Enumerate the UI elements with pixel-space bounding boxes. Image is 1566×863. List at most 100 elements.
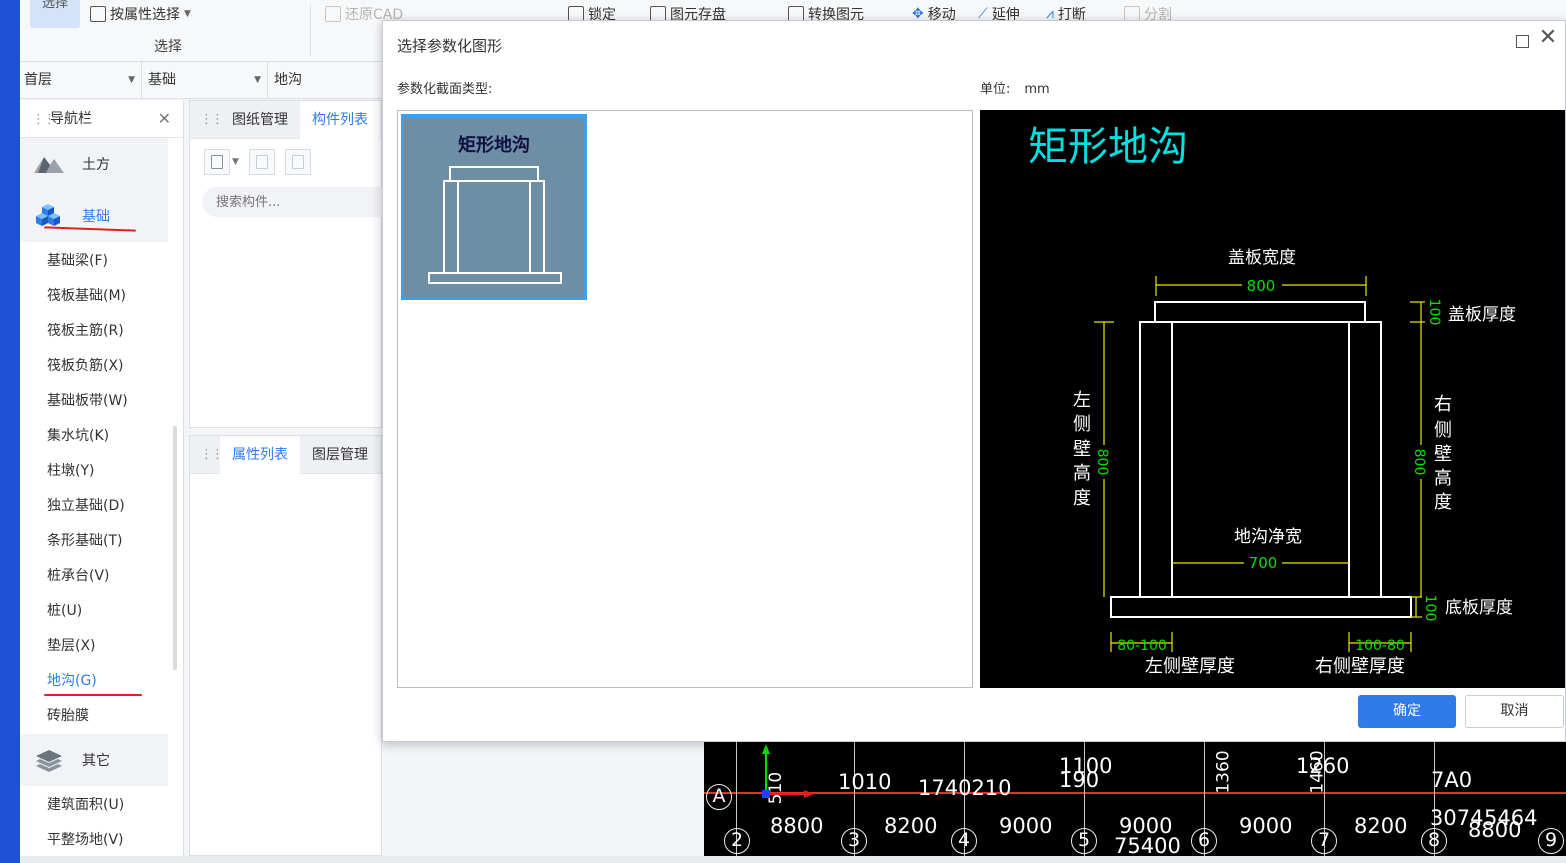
nav-item-strip-foundation[interactable]: 条形基础(T)	[20, 524, 183, 559]
svg-text:壁: 壁	[1073, 439, 1091, 460]
attr-select-icon	[90, 6, 106, 22]
cad-axis-bubble: 9	[1538, 828, 1564, 854]
svg-text:壁: 壁	[1434, 444, 1452, 465]
cad-dim-text: 75400	[1114, 834, 1181, 856]
cad-axis-bubble: 3	[841, 828, 867, 854]
net-width-value: 700	[1249, 554, 1278, 572]
floor-selector-bar: 首层 ▼ 基础 ▼ 地沟	[20, 62, 382, 99]
nav-item-foundation-beam[interactable]: 基础梁(F)	[20, 244, 183, 279]
bottom-thick-value: 100	[1422, 595, 1438, 622]
section-type-list: 矩形地沟	[397, 110, 973, 688]
net-width-label: 地沟净宽	[1234, 527, 1302, 547]
restore-cad-icon	[325, 6, 341, 22]
ok-button[interactable]: 确定	[1358, 695, 1456, 728]
right-thick-values: 100-80	[1355, 638, 1405, 654]
red-underline-annotation	[44, 694, 142, 696]
maximize-icon[interactable]	[1516, 35, 1529, 48]
svg-text:侧: 侧	[1073, 414, 1091, 435]
property-tab-row: ⋮⋮ 属性列表 图层管理	[190, 435, 381, 474]
unit-value: mm	[1024, 82, 1050, 97]
left-height-value: 800	[1094, 449, 1110, 476]
chevron-down-icon: ▼	[254, 75, 261, 85]
cad-dim-text: 9000	[999, 814, 1053, 838]
section-type-rect-trench[interactable]: 矩形地沟	[401, 114, 587, 300]
foundation-icon	[36, 204, 60, 226]
tab-layer-management[interactable]: 图层管理	[300, 436, 380, 474]
element-select[interactable]: 地沟	[270, 62, 382, 99]
nav-item-pile-cap[interactable]: 桩承台(V)	[20, 559, 183, 594]
rect-trench-diagram: 矩形地沟 盖板宽度 800 100 盖板厚度 800 左 侧 壁 高 度 800…	[1028, 124, 1516, 677]
red-underline-annotation	[43, 226, 137, 232]
nav-item-sump-pit[interactable]: 集水坑(K)	[20, 419, 183, 454]
preview-title: 矩形地沟	[1028, 124, 1188, 170]
nav-item-foundation-strip[interactable]: 基础板带(W)	[20, 384, 183, 419]
chevron-down-icon[interactable]: ▼	[232, 157, 239, 167]
cover-thick-value: 100	[1426, 299, 1442, 326]
nav-item-building-area[interactable]: 建筑面积(U)	[20, 788, 183, 823]
close-icon[interactable]: ✕	[1537, 27, 1559, 49]
svg-text:度: 度	[1434, 492, 1452, 513]
cad-axis-line	[704, 792, 1566, 794]
cad-ucs-icon	[762, 744, 814, 798]
grip-icon[interactable]: ⋮⋮	[32, 101, 56, 139]
attr-select-button[interactable]: 按属性选择 ▼	[90, 4, 191, 24]
select-button[interactable]: 选择	[30, 0, 80, 28]
nav-item-isolated-foundation[interactable]: 独立基础(D)	[20, 489, 183, 524]
nav-category-earth[interactable]: 土方	[20, 138, 168, 190]
cad-dim-text: 8800	[1468, 818, 1522, 842]
nav-category-foundation[interactable]: 基础	[20, 190, 168, 242]
cad-axis-bubble: A	[706, 784, 732, 810]
left-window-strip	[0, 0, 20, 863]
nav-item-site-leveling[interactable]: 平整场地(V)	[20, 823, 183, 858]
tab-drawing-management[interactable]: 图纸管理	[220, 101, 300, 139]
svg-text:右: 右	[1434, 394, 1452, 415]
svg-text:左: 左	[1073, 390, 1091, 411]
category-select[interactable]: 基础 ▼	[144, 62, 268, 99]
right-height-value: 800	[1411, 449, 1427, 476]
new-component-button[interactable]	[204, 149, 230, 175]
nav-item-pile[interactable]: 桩(U)	[20, 594, 183, 629]
nav-item-raft-negative-rebar[interactable]: 筏板负筋(X)	[20, 349, 183, 384]
floor-select[interactable]: 首层 ▼	[20, 62, 142, 99]
cover-thick-label: 盖板厚度	[1448, 305, 1516, 325]
select-parametric-shape-dialog: 选择参数化图形 ✕ 参数化截面类型: 单位:mm 矩形地沟 矩形地沟 盖板宽度	[382, 20, 1566, 742]
component-panel: ⋮⋮ 图纸管理 构件列表 ▼	[189, 100, 402, 428]
unit-label: 单位: mm	[980, 82, 1050, 97]
svg-text:度: 度	[1073, 488, 1091, 509]
left-thick-values: 80-100	[1117, 638, 1167, 654]
nav-item-raft-foundation[interactable]: 筏板基础(M)	[20, 279, 183, 314]
svg-text:高: 高	[1073, 463, 1091, 484]
nav-item-brick-mold[interactable]: 砖胎膜	[20, 699, 183, 734]
chevron-down-icon: ▼	[128, 75, 135, 85]
component-search-input[interactable]	[202, 187, 402, 217]
earthwork-icon	[34, 157, 64, 173]
cancel-button[interactable]: 取消	[1465, 695, 1564, 728]
grip-icon[interactable]: ⋮⋮	[200, 112, 224, 127]
cover-plate	[1154, 301, 1366, 323]
right-height-label: 右 侧 壁 高 度	[1434, 394, 1452, 513]
left-height-label: 左 侧 壁 高 度	[1073, 390, 1091, 509]
nav-category-other[interactable]: 其它	[20, 734, 168, 786]
cad-axis-bubble: 5	[1071, 828, 1097, 854]
ribbon-divider	[310, 4, 311, 56]
cad-drawing-canvas[interactable]: 1100 190 1010 1740210 1360 1460 1260 7A0…	[704, 742, 1566, 856]
nav-item-column-pier[interactable]: 柱墩(Y)	[20, 454, 183, 489]
nav-item-raft-main-rebar[interactable]: 筏板主筋(R)	[20, 314, 183, 349]
cad-dim-text: 1360	[1213, 750, 1234, 794]
nav-item-trench[interactable]: 地沟(G)	[20, 664, 183, 699]
nav-scrollbar[interactable]	[173, 426, 177, 670]
close-icon[interactable]: ✕	[158, 100, 171, 138]
grip-icon[interactable]: ⋮⋮	[200, 447, 224, 462]
dialog-title: 选择参数化图形	[397, 37, 503, 55]
tab-property-list[interactable]: 属性列表	[220, 435, 300, 474]
nav-item-cushion[interactable]: 垫层(X)	[20, 629, 183, 664]
tab-component-list[interactable]: 构件列表	[300, 100, 380, 139]
cad-dim-text: 1740210	[918, 776, 1012, 800]
delete-component-button[interactable]	[284, 149, 311, 175]
cad-dim-text: 190	[1059, 768, 1100, 792]
copy-component-button[interactable]	[248, 149, 275, 175]
trash-icon	[291, 155, 304, 169]
nav-header: ⋮⋮导航栏 ✕	[20, 100, 183, 138]
cad-dim-text: 1010	[838, 770, 892, 794]
chevron-down-icon: ▼	[184, 9, 191, 19]
